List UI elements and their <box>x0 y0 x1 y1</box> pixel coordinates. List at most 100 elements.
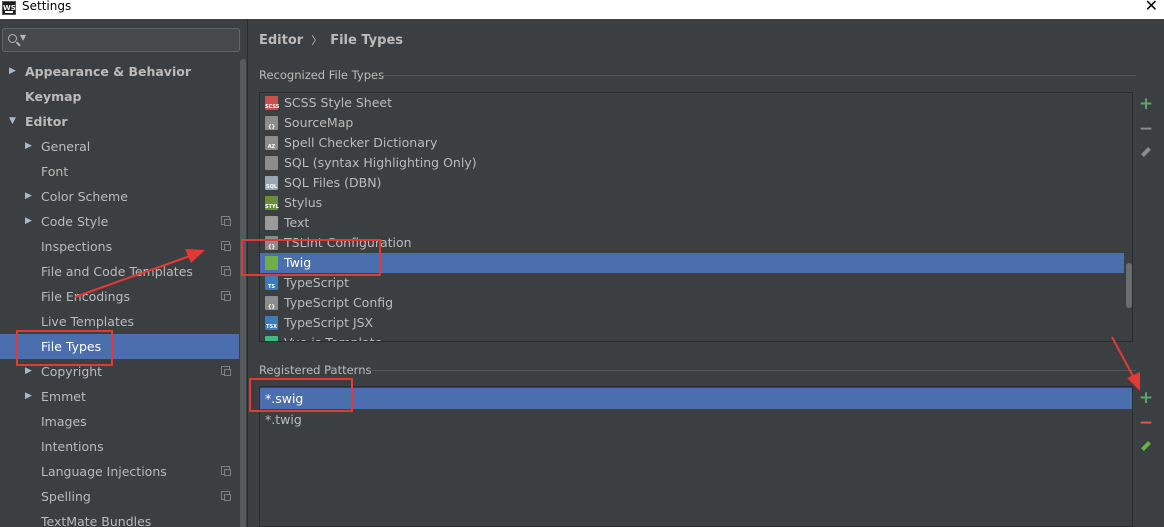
file-type-icon-tag: TSX <box>266 324 277 330</box>
tsconfig-icon: {} <box>265 296 278 310</box>
file-type-row[interactable]: Vue.js Template <box>260 333 1124 341</box>
file-types-toolbar: + − <box>1134 92 1158 167</box>
file-type-row[interactable]: SQL (syntax Highlighting Only) <box>260 153 1124 173</box>
tree-item[interactable]: ▶ General <box>0 134 240 159</box>
close-icon[interactable]: ✕ <box>1145 0 1158 14</box>
file-type-row[interactable]: TSX TypeScript JSX <box>260 313 1124 333</box>
file-type-icon-tag: SQL <box>265 184 278 190</box>
tree-item-label: Code Style <box>41 214 109 229</box>
tree-item[interactable]: Keymap <box>0 84 240 109</box>
add-file-type-button[interactable]: + <box>1134 92 1158 117</box>
breadcrumb-current: File Types <box>330 33 403 48</box>
expand-right-icon[interactable]: ▶ <box>25 359 32 384</box>
tree-item[interactable]: Live Templates <box>0 309 240 334</box>
file-types-panel: Editor 〉 File Types Recognized File Types … <box>249 19 1164 527</box>
tree-item[interactable]: ▶ Color Scheme <box>0 184 240 209</box>
file-type-row[interactable]: Twig <box>260 253 1124 273</box>
tree-item[interactable]: Spelling <box>0 484 240 509</box>
tree-item[interactable]: Language Injections <box>0 459 240 484</box>
file-type-row[interactable]: TS TypeScript <box>260 273 1124 293</box>
tree-item-label: Emmet <box>41 389 86 404</box>
search-icon <box>8 34 17 43</box>
file-type-label: Text <box>284 215 310 230</box>
expand-right-icon[interactable]: ▶ <box>25 184 32 209</box>
pattern-row[interactable]: *.twig <box>260 409 1132 430</box>
tree-item-label: File Types <box>41 339 102 354</box>
remove-file-type-button[interactable]: − <box>1134 117 1158 142</box>
edit-pattern-button[interactable] <box>1134 436 1158 461</box>
tree-item[interactable]: File and Code Templates <box>0 259 240 284</box>
tree-item[interactable]: Images <box>0 409 240 434</box>
project-scope-icon <box>221 366 231 376</box>
tree-item[interactable]: ▶ Appearance & Behavior <box>0 59 240 84</box>
file-type-label: TypeScript JSX <box>284 315 374 330</box>
recognized-file-types-list[interactable]: SCSS SCSS Style Sheet {} SourceMap AZ Spell C… <box>259 92 1133 342</box>
pattern-row[interactable]: *.swig <box>260 388 1132 409</box>
file-type-row[interactable]: SQL SQL Files (DBN) <box>260 173 1124 193</box>
dictionary-icon: AZ <box>265 136 278 150</box>
sourcemap-icon: {} <box>265 116 278 130</box>
section-divider <box>381 75 1136 76</box>
project-scope-icon <box>221 491 231 501</box>
project-scope-icon <box>221 241 231 251</box>
file-type-label: Stylus <box>284 195 323 210</box>
vue-icon <box>265 336 278 341</box>
tree-item[interactable]: ▶ Copyright <box>0 359 240 384</box>
expand-right-icon[interactable]: ▶ <box>25 384 32 409</box>
remove-pattern-button[interactable]: − <box>1134 411 1158 436</box>
webstorm-app-icon: WS <box>2 1 16 15</box>
tree-item-label: File Encodings <box>41 289 131 304</box>
file-type-icon-tag: {} <box>267 304 276 310</box>
file-type-row[interactable]: {} TSLint Configuration <box>260 233 1124 253</box>
tree-item-label: Editor <box>25 114 68 129</box>
expand-right-icon[interactable]: ▶ <box>9 59 16 84</box>
tree-item[interactable]: TextMate Bundles <box>0 509 240 527</box>
tree-scrollbar[interactable] <box>239 59 247 527</box>
search-options-chevron-icon[interactable]: ▼ <box>20 33 26 42</box>
breadcrumb-parent[interactable]: Editor <box>259 33 303 48</box>
registered-patterns-list[interactable]: *.swig *.twig <box>259 386 1133 527</box>
file-type-label: SQL Files (DBN) <box>284 175 382 190</box>
tree-item[interactable]: Inspections <box>0 234 240 259</box>
tree-item[interactable]: ▶ Emmet <box>0 384 240 409</box>
file-type-label: Spell Checker Dictionary <box>284 135 438 150</box>
tree-item[interactable]: ▶ Code Style <box>0 209 240 234</box>
stylus-icon: STYL <box>265 196 279 210</box>
pencil-icon <box>1141 441 1151 451</box>
tree-item-label: File and Code Templates <box>41 264 193 279</box>
expand-right-icon[interactable]: ▶ <box>25 209 32 234</box>
file-type-row[interactable]: Text <box>260 213 1124 233</box>
file-types-scrollbar[interactable] <box>1124 93 1132 341</box>
tree-scrollbar-thumb[interactable] <box>240 59 246 527</box>
add-pattern-button[interactable]: + <box>1134 386 1158 411</box>
file-type-row[interactable]: AZ Spell Checker Dictionary <box>260 133 1124 153</box>
file-type-row[interactable]: {} TypeScript Config <box>260 293 1124 313</box>
breadcrumb-separator: 〉 <box>311 34 323 47</box>
twig-icon <box>265 256 278 270</box>
file-type-label: TypeScript <box>284 275 349 290</box>
tree-item[interactable]: Intentions <box>0 434 240 459</box>
file-types-scrollbar-thumb[interactable] <box>1126 263 1132 308</box>
file-type-row[interactable]: SCSS SCSS Style Sheet <box>260 93 1124 113</box>
settings-tree: ▶ Appearance & Behavior Keymap ▼ Editor ▶ Gene… <box>0 59 240 527</box>
tree-item-label: Language Injections <box>41 464 167 479</box>
file-type-icon-tag: {} <box>267 244 276 250</box>
edit-file-type-button[interactable] <box>1134 142 1158 167</box>
search-input[interactable]: ▼ <box>2 28 240 52</box>
file-type-label: SQL (syntax Highlighting Only) <box>284 155 477 170</box>
tree-item[interactable]: File Types <box>0 334 240 359</box>
tree-item-label: TextMate Bundles <box>41 514 152 527</box>
tree-item-label: General <box>41 139 91 154</box>
expand-right-icon[interactable]: ▶ <box>25 134 32 159</box>
tree-item[interactable]: Font <box>0 159 240 184</box>
tree-item[interactable]: ▼ Editor <box>0 109 240 134</box>
file-type-row[interactable]: STYL Stylus <box>260 193 1124 213</box>
file-type-icon-tag: STYL <box>265 204 279 210</box>
scss-icon: SCSS <box>265 96 279 110</box>
tree-item[interactable]: File Encodings <box>0 284 240 309</box>
typescript-icon: TS <box>265 276 278 290</box>
tree-item-label: Copyright <box>41 364 103 379</box>
file-type-icon-tag: {} <box>267 124 276 130</box>
expand-down-icon[interactable]: ▼ <box>9 109 16 134</box>
file-type-row[interactable]: {} SourceMap <box>260 113 1124 133</box>
